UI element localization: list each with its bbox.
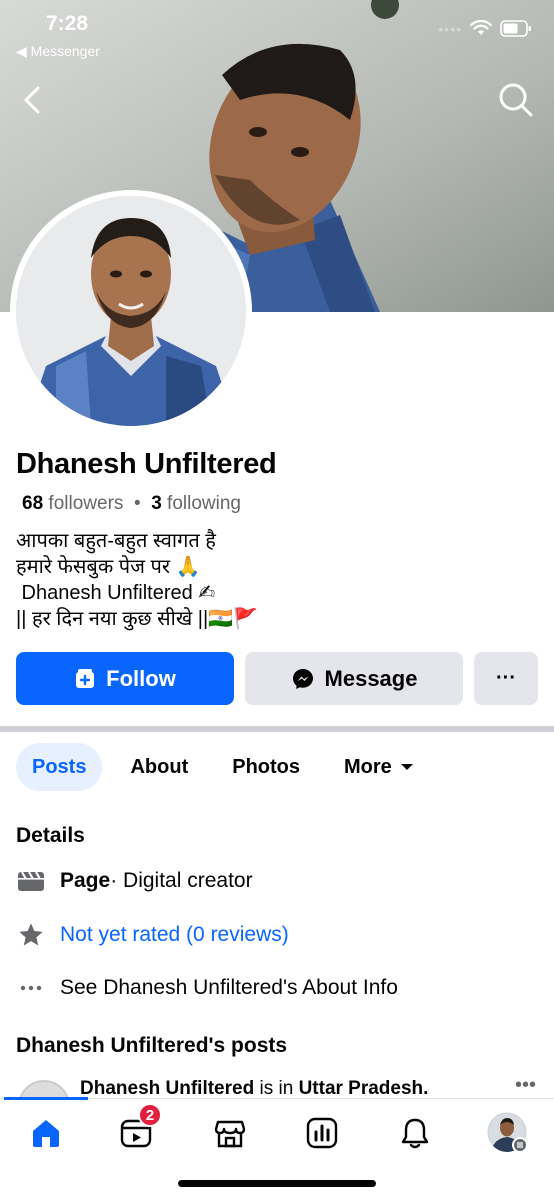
stats-separator: • (133, 493, 141, 514)
posts-heading: Dhanesh Unfiltered's posts (16, 1034, 288, 1057)
video-tab[interactable]: 2 (114, 1103, 162, 1155)
profile-avatar[interactable] (16, 196, 246, 426)
wifi-icon (470, 20, 492, 35)
clapper-icon (16, 866, 46, 896)
followers-label[interactable]: followers (48, 493, 123, 514)
more-dots-icon: ··· (496, 667, 516, 689)
home-indicator (178, 1180, 376, 1187)
more-actions-button[interactable]: ··· (474, 652, 538, 705)
tab-about[interactable]: About (114, 743, 204, 791)
avatar (487, 1112, 528, 1153)
post-location[interactable]: Uttar Pradesh. (299, 1078, 429, 1098)
follow-plus-icon (76, 668, 95, 688)
marketplace-icon (214, 1120, 246, 1148)
post-author[interactable]: Dhanesh Unfiltered (80, 1078, 254, 1098)
tab-more[interactable]: More (328, 743, 430, 791)
follow-label: Follow (106, 665, 176, 691)
follow-button[interactable]: Follow (16, 652, 234, 705)
bio-line: हमारे फेसबुक पेज पर 🙏 (16, 556, 201, 578)
tab-photos[interactable]: Photos (216, 743, 316, 791)
category-value: · Digital creator (110, 869, 253, 892)
detail-category: Page · Digital creator (16, 866, 253, 896)
video-badge: 2 (138, 1103, 162, 1127)
post-preview-text: Dhanesh Unfiltered is in Uttar Pradesh. (80, 1078, 428, 1098)
profile-tabs: Posts About Photos More (16, 743, 430, 791)
profile-stats: 68 followers • 3 following (22, 493, 241, 515)
message-button[interactable]: Message (245, 652, 463, 705)
avatar (18, 1080, 70, 1098)
tab-posts[interactable]: Posts (16, 743, 103, 791)
bio-line: || हर दिन नया कुछ सीखे ||🇮🇳🚩 (16, 608, 258, 630)
about-info-link[interactable]: See Dhanesh Unfiltered's About Info (60, 976, 398, 1000)
home-icon (33, 1120, 59, 1147)
following-label[interactable]: following (167, 493, 241, 514)
tab-more-label: More (344, 755, 392, 778)
home-tab[interactable] (24, 1111, 68, 1155)
dashboard-tab[interactable] (300, 1111, 344, 1155)
profile-bio: आपका बहुत-बहुत स्वागत है हमारे फेसबुक पे… (16, 528, 258, 632)
avatar-image (16, 196, 246, 426)
notifications-tab[interactable] (393, 1111, 437, 1155)
back-to-messenger[interactable]: ◀ Messenger (16, 43, 100, 60)
bio-line: आपका बहुत-बहुत स्वागत है (16, 530, 216, 552)
details-heading: Details (16, 824, 85, 847)
search-icon[interactable] (496, 80, 536, 120)
category-type: Page (60, 869, 111, 892)
more-dots-icon (16, 973, 46, 1003)
status-bar: 7:28 ◀ Messenger •••• (0, 0, 554, 70)
messenger-icon (292, 668, 313, 689)
star-icon (16, 920, 46, 950)
battery-icon (500, 20, 531, 37)
status-icons: •••• (438, 20, 532, 37)
signal-icon: •••• (438, 20, 462, 37)
post-options-icon[interactable]: ••• (515, 1078, 536, 1097)
bell-icon (401, 1118, 429, 1149)
post-connector: is in (254, 1078, 299, 1098)
post-preview[interactable]: Dhanesh Unfiltered is in Uttar Pradesh. … (16, 1078, 554, 1098)
bio-line: Dhanesh Unfiltered ✍ (16, 582, 216, 604)
chevron-left-icon[interactable] (16, 80, 52, 120)
rating-link[interactable]: Not yet rated (0 reviews) (60, 923, 289, 947)
detail-rating[interactable]: Not yet rated (0 reviews) (16, 920, 289, 950)
page-title: Dhanesh Unfiltered (16, 448, 277, 480)
section-divider (0, 726, 554, 732)
dashboard-icon (306, 1117, 338, 1149)
active-tab-indicator (4, 1097, 88, 1100)
caret-down-icon (400, 764, 413, 770)
status-time: 7:28 (46, 12, 89, 35)
message-label: Message (324, 665, 418, 691)
detail-about-info[interactable]: See Dhanesh Unfiltered's About Info (16, 973, 398, 1003)
following-count[interactable]: 3 (151, 493, 162, 514)
followers-count[interactable]: 68 (22, 493, 43, 514)
marketplace-tab[interactable] (208, 1111, 252, 1155)
profile-menu-tab[interactable] (486, 1111, 530, 1155)
